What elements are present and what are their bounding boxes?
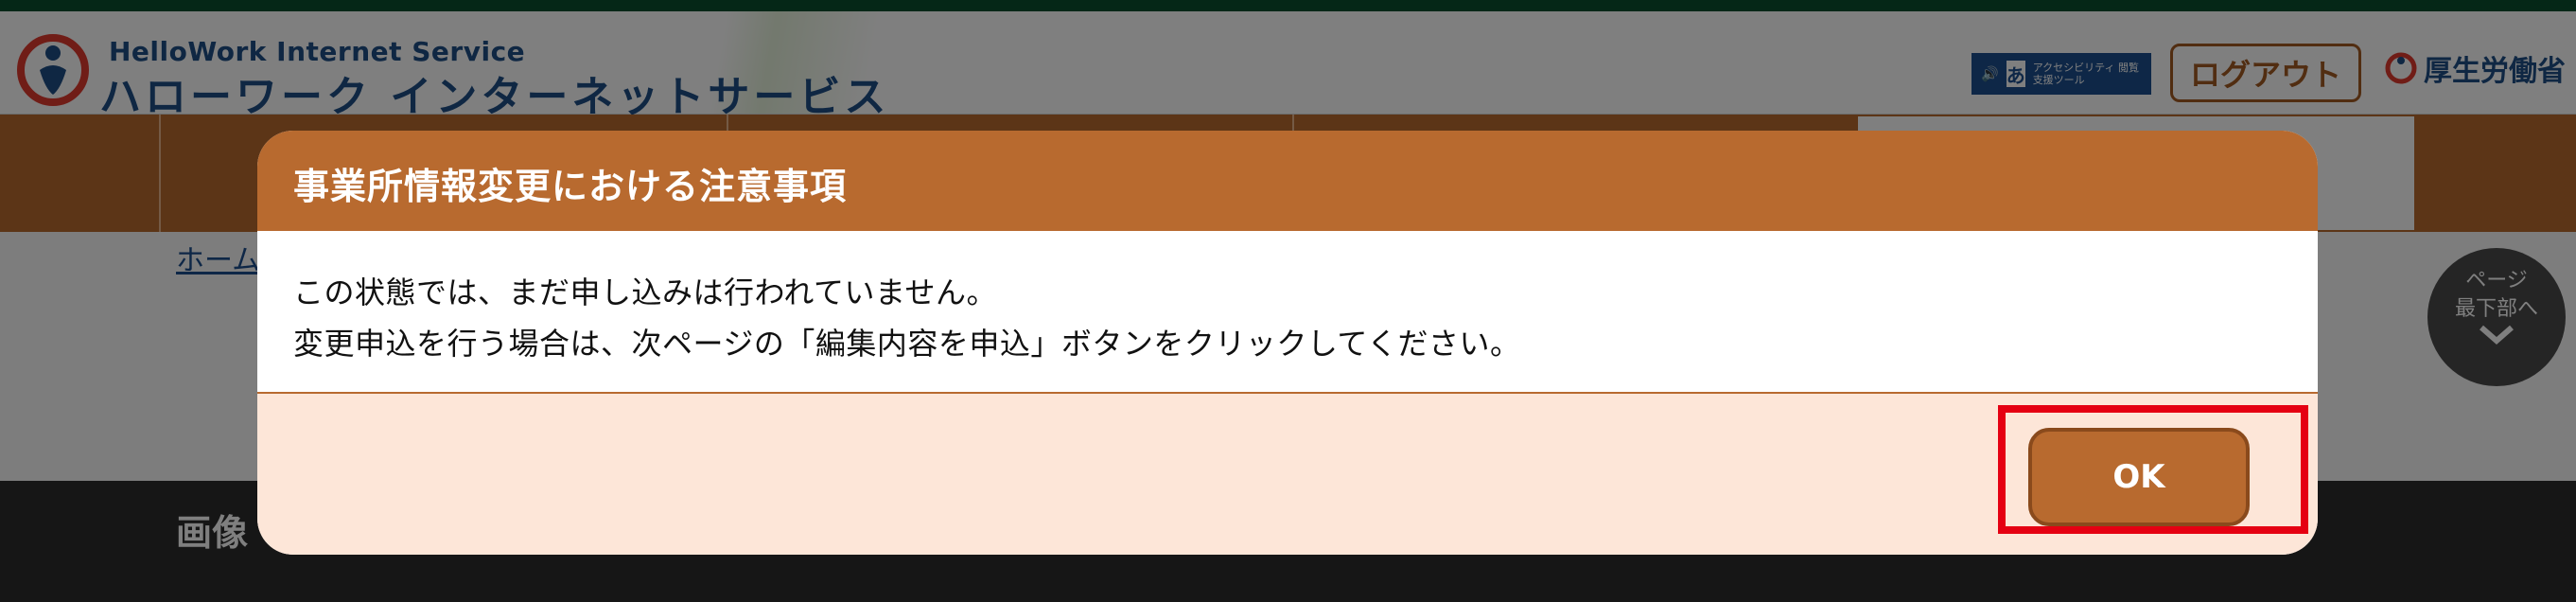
dialog-body: この状態では、まだ申し込みは行われていません。 変更申込を行う場合は、次ページの… (257, 231, 2318, 394)
dialog-header: 事業所情報変更における注意事項 (257, 131, 2318, 231)
dialog-message-line2: 変更申込を行う場合は、次ページの「編集内容を申込」ボタンをクリックしてください。 (293, 326, 1521, 362)
ok-button-highlight (1998, 405, 2308, 534)
dialog-title: 事業所情報変更における注意事項 (293, 166, 848, 207)
dialog-message-line1: この状態では、まだ申し込みは行われていません。 (293, 274, 997, 310)
